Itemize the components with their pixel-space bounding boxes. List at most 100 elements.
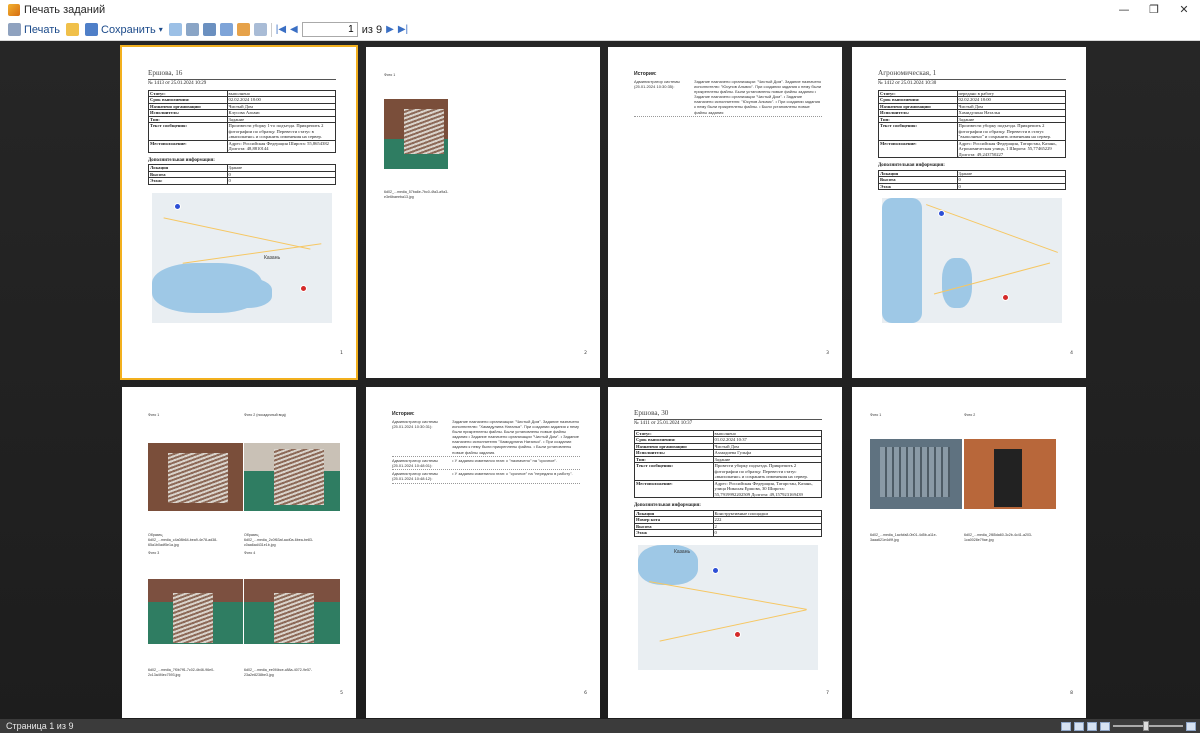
location-map: Казань (638, 544, 818, 670)
photo-label: Фото 3 (148, 551, 160, 555)
page-thumbnail-2[interactable]: Фото 1 6d02_...media_57ba6e-7bc0-4fa3-a9… (366, 47, 600, 378)
history-row: Администратор системы (25.01.2024 10:30:… (634, 78, 822, 117)
page-thumbnail-1[interactable]: Ершова, 16 № 1413 от 25.01.2024 10:29 Ст… (120, 45, 358, 380)
map-pin-icon (1002, 294, 1009, 302)
page-count-label: из 9 (361, 23, 383, 36)
task-title: Агрономическая, 1 (878, 69, 1066, 80)
map-pin-icon (938, 210, 945, 218)
photo-label: Фото 4 (244, 551, 256, 555)
task-table: Статус: выполнено Срок выполнения: 01.02.2… (634, 429, 823, 499)
photo-filename: 6d02_...media_7f0b7ff1-7c02-4b46-96e0-2c… (148, 668, 215, 677)
additional-table: Локация Конструктивные площадки Номер кот… (634, 509, 823, 537)
task-table: Статус: передано в работу Срок выполнения… (878, 89, 1067, 159)
page-setup-icon[interactable] (202, 23, 216, 36)
page-number: 2 (584, 351, 587, 356)
task-card: Ершова, 30 № 1411 от 25.01.2024 10:37 Ст… (634, 409, 823, 670)
toolbar-separator (270, 22, 272, 37)
photo-thumbnail (384, 99, 448, 169)
photo-label: Фото 1 (148, 413, 160, 417)
location-map: Казань (152, 192, 332, 323)
history-heading: История: (634, 71, 657, 77)
preview-area[interactable]: Ершова, 16 № 1413 от 25.01.2024 10:29 Ст… (0, 41, 1200, 719)
photo-filename: 6d02_...media_2f85da60-3c2b-4c41-a203-1c… (964, 533, 1033, 542)
history-section: История: Администратор системы (25.01.20… (634, 71, 822, 117)
task-card: Ершова, 16 № 1413 от 25.01.2024 10:29 Ст… (148, 69, 337, 323)
task-title: Ершова, 16 (148, 69, 336, 80)
watermark-icon[interactable] (236, 23, 250, 36)
map-city-label: Казань (674, 548, 691, 555)
photo-label: Фото 1 (384, 73, 396, 77)
print-toolbar: Печать Сохранить▾ |◀ ◀ из 9 ▶ ▶| (0, 19, 1200, 41)
status-text: Страница 1 из 9 (6, 721, 74, 731)
additional-table: Локация Здание Высота 0 Этаж 0 (878, 169, 1067, 191)
save-icon (85, 23, 99, 36)
layout-icon[interactable] (219, 23, 233, 36)
close-button[interactable]: ✕ (1170, 0, 1198, 19)
maximize-button[interactable]: ❐ (1140, 0, 1168, 19)
page-number-input[interactable] (301, 22, 358, 37)
photo-thumbnail (244, 579, 340, 644)
additional-info-heading: Дополнительная информация: (878, 163, 945, 169)
scale-icon[interactable] (253, 23, 267, 36)
status-bar: Страница 1 из 9 (0, 719, 1200, 733)
zoom-out-icon[interactable] (1100, 721, 1110, 731)
zoom-slider[interactable] (1113, 721, 1183, 731)
last-page-icon[interactable]: ▶| (398, 24, 408, 35)
history-section: История: Администратор системы (25.01.20… (392, 411, 580, 484)
save-button[interactable]: Сохранить ▾ (83, 23, 165, 36)
page-number: 1 (340, 351, 343, 356)
prev-page-icon[interactable]: ◀ (290, 24, 298, 35)
photo-thumbnail (244, 443, 340, 511)
history-heading: История: (392, 411, 415, 417)
photo-thumbnail (964, 439, 1056, 509)
zoom-slider-thumb[interactable] (1143, 721, 1149, 731)
page-number: 5 (340, 691, 343, 696)
page-thumbnail-4[interactable]: Агрономическая, 1 № 1412 от 25.01.2024 1… (852, 47, 1086, 378)
printer-icon (8, 23, 21, 36)
map-pin-icon (300, 284, 307, 292)
view-two-pages-icon[interactable] (1074, 721, 1084, 731)
page-thumbnail-3[interactable]: История: Администратор системы (25.01.20… (608, 47, 842, 378)
photo-filename: 6d02_...media_2c0f63af-acd0a-6bea-be83-c… (244, 538, 314, 547)
view-multi-pages-icon[interactable] (1087, 721, 1097, 731)
photo-filename: 6d02_...media_c4a08b64-bea9-4e78-ad38-65… (148, 538, 218, 547)
history-row: Администратор системы (25.01.2024 10:48:… (392, 470, 580, 484)
location-map (882, 198, 1062, 324)
page-thumbnail-7[interactable]: Ершова, 30 № 1411 от 25.01.2024 10:37 Ст… (608, 387, 842, 718)
history-row: Администратор системы (25.01.2024 10:48:… (392, 457, 580, 471)
window-title: Печать заданий (24, 3, 106, 16)
view-single-page-icon[interactable] (1061, 721, 1071, 731)
page-number: 4 (1070, 351, 1073, 356)
task-table: Статус: выполнено Срок выполнения: 02.02.2… (148, 89, 337, 153)
map-pin-icon (734, 630, 741, 638)
photo-filename: 6d02_...media_1acfcfa8-0b01-4d5b-a11e-3a… (870, 533, 937, 542)
task-title: Ершова, 30 (634, 409, 822, 420)
task-number: № 1413 от 25.01.2024 10:29 (148, 80, 207, 86)
photo-filename: 6d02_...media_57ba6e-7bc0-4fa3-a9a3-e3e6… (384, 190, 449, 199)
print-button[interactable]: Печать (6, 23, 62, 36)
first-page-icon[interactable]: |◀ (276, 24, 286, 35)
next-page-icon[interactable]: ▶ (386, 24, 394, 35)
page-number: 6 (584, 691, 587, 696)
photo-thumbnail (148, 579, 243, 644)
photo-label: Фото 1 (870, 413, 882, 417)
open-folder-icon[interactable] (66, 23, 80, 36)
minimize-button[interactable]: — (1110, 0, 1138, 19)
photo-thumbnail (870, 439, 962, 509)
additional-table: Локация Здание Высота 0 Этаж: 0 (148, 164, 337, 185)
sample-label: Образец (244, 533, 259, 537)
page-thumbnail-8[interactable]: Фото 1 Фото 2 6d02_...media_1acfcfa8-0b0… (852, 387, 1086, 718)
page-thumbnail-6[interactable]: История: Администратор системы (25.01.20… (366, 387, 600, 718)
map-pin-icon (174, 202, 181, 210)
find-icon[interactable] (185, 23, 199, 36)
zoom-controls (1061, 720, 1196, 732)
zoom-in-icon[interactable] (1186, 721, 1196, 731)
window-titlebar: Печать заданий — ❐ ✕ (0, 0, 1200, 19)
sample-label: Образец (148, 533, 163, 537)
email-icon[interactable] (168, 23, 182, 36)
page-thumbnail-5[interactable]: Фото 1 Фото 2 (посадочный вид) Образец О… (122, 387, 356, 718)
photo-filename: 6d02_...media_ee0f4bce-c88a-4072-9e57-23… (244, 668, 313, 677)
map-city-label: Казань (264, 254, 281, 261)
photo-thumbnail (148, 443, 243, 511)
additional-info-heading: Дополнительная информация: (634, 503, 701, 509)
